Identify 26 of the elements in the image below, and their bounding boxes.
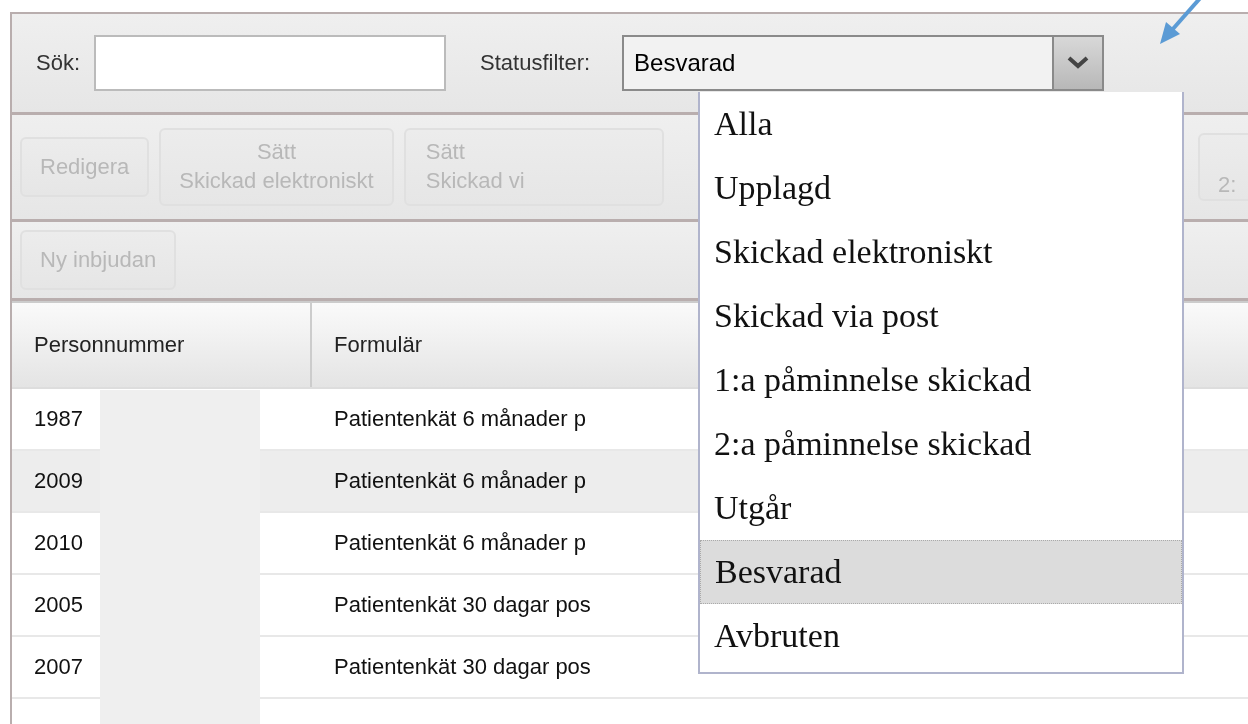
table-cell-text: 1987: [33, 405, 84, 433]
dropdown-option[interactable]: Utgår: [700, 476, 1182, 540]
table-cell-text: 2005: [33, 591, 84, 619]
table-cell-text: Patientenkät 6 månader p: [333, 405, 587, 433]
arrow-icon: [1158, 0, 1204, 46]
dropdown-option[interactable]: Avbruten: [700, 604, 1182, 668]
table-cell-text: Patientenkät 30 dagar pos: [333, 653, 592, 681]
table-cell-text: Patientenkät 6 månader p: [333, 529, 587, 557]
dropdown-option[interactable]: Skickad elektroniskt: [700, 220, 1182, 284]
search-field[interactable]: [94, 35, 447, 91]
table-cell-text: Patientenkät 30 dagar pos: [333, 591, 592, 619]
table-cell-text: Patientenkät 6 månader p: [333, 467, 587, 495]
search-label: Sök:: [36, 50, 81, 76]
dropdown-option[interactable]: 2:a påminnelse skickad: [700, 412, 1182, 476]
dropdown-option[interactable]: 1:a påminnelse skickad: [700, 348, 1182, 412]
dropdown-option[interactable]: Besvarad: [700, 540, 1182, 604]
status-filter-label: Statusfilter:: [480, 50, 591, 76]
table-cell-text: 2007: [33, 653, 84, 681]
dropdown-option[interactable]: Alla: [700, 92, 1182, 156]
column-header[interactable]: Personnummer: [12, 303, 312, 387]
table-cell-text: 2009: [33, 467, 84, 495]
caret-icon: [1052, 37, 1103, 89]
dropdown-option[interactable]: Skickad via post: [700, 284, 1182, 348]
table-cell-text: 2010: [33, 529, 84, 557]
dropdown-option[interactable]: Upplagd: [700, 156, 1182, 220]
status-filter-dropdown[interactable]: Besvarad: [622, 35, 1105, 91]
